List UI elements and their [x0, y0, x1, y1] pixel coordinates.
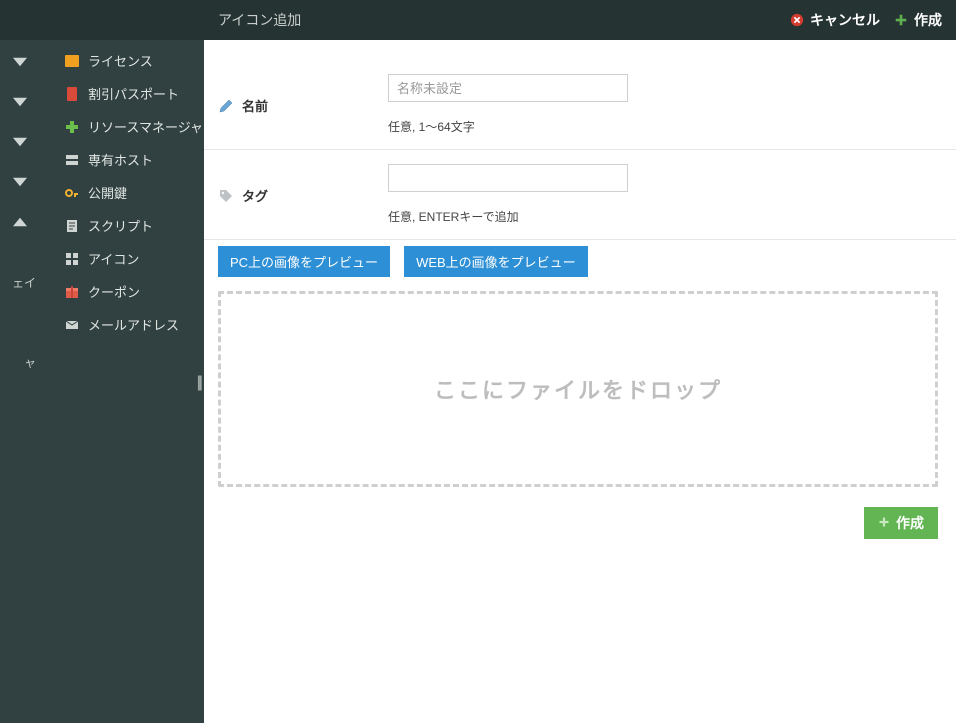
- modal-title: アイコン追加: [218, 10, 301, 30]
- sidebar-item-resource[interactable]: リソースマネージャ: [40, 110, 204, 143]
- file-dropzone[interactable]: ここにファイルをドロップ: [218, 291, 938, 487]
- license-icon: [64, 53, 80, 69]
- sidebar-item-host[interactable]: 専有ホスト: [40, 143, 204, 176]
- tag-label-wrap: タグ: [218, 164, 388, 205]
- grid-icon: [64, 251, 80, 267]
- close-icon: [790, 13, 804, 27]
- sidebar-drag-handle[interactable]: |||: [197, 374, 200, 392]
- resource-icon: [64, 119, 80, 135]
- sidebar: ライセンス 割引パスポート リソースマネージャ 専有ホスト 公開鍵 スクリプト: [40, 0, 204, 723]
- form-row-name: 名前 任意, 1〜64文字: [204, 60, 956, 150]
- rail-collapse-1[interactable]: [0, 42, 40, 82]
- sidebar-item-script[interactable]: スクリプト: [40, 209, 204, 242]
- key-icon: [64, 185, 80, 201]
- mail-icon: [64, 317, 80, 333]
- topbar: アイコン追加 キャンセル 作成: [0, 0, 956, 40]
- rail-expand-5[interactable]: [0, 202, 40, 242]
- preview-pc-button[interactable]: PC上の画像をプレビュー: [218, 246, 390, 277]
- rail-collapse-2[interactable]: [0, 82, 40, 122]
- sidebar-item-mail[interactable]: メールアドレス: [40, 308, 204, 341]
- create-button-top[interactable]: 作成: [894, 10, 942, 30]
- rail-collapse-4[interactable]: [0, 162, 40, 202]
- tag-icon: [218, 188, 234, 204]
- pencil-icon: [218, 98, 234, 114]
- sidebar-item-icon[interactable]: アイコン: [40, 242, 204, 275]
- left-rail: ェイ ャ: [0, 0, 40, 723]
- script-icon: [64, 218, 80, 234]
- sidebar-item-passport[interactable]: 割引パスポート: [40, 77, 204, 110]
- rail-text-2: ャ: [0, 322, 40, 402]
- name-label: 名前: [242, 96, 268, 115]
- preview-web-button[interactable]: WEB上の画像をプレビュー: [404, 246, 588, 277]
- form-row-tag: タグ 任意, ENTERキーで追加: [204, 150, 956, 240]
- tag-label: タグ: [242, 186, 268, 205]
- name-input[interactable]: [388, 74, 628, 102]
- content-pane: 名前 任意, 1〜64文字 タグ 任意, ENTERキーで追加 PC上の画像をプ…: [204, 40, 956, 723]
- tag-input[interactable]: [388, 164, 628, 192]
- sidebar-item-license[interactable]: ライセンス: [40, 44, 204, 77]
- plus-icon: [878, 515, 890, 531]
- dropzone-label: ここにファイルをドロップ: [434, 373, 722, 405]
- create-button-bottom[interactable]: 作成: [864, 507, 938, 539]
- coupon-icon: [64, 284, 80, 300]
- rail-text-1: ェイ: [0, 242, 40, 322]
- sidebar-item-coupon[interactable]: クーポン: [40, 275, 204, 308]
- plus-icon: [894, 13, 908, 27]
- host-icon: [64, 152, 80, 168]
- cancel-button[interactable]: キャンセル: [790, 10, 880, 30]
- rail-collapse-3[interactable]: [0, 122, 40, 162]
- sidebar-item-pubkey[interactable]: 公開鍵: [40, 176, 204, 209]
- name-label-wrap: 名前: [218, 74, 388, 115]
- tag-help: 任意, ENTERキーで追加: [388, 208, 938, 225]
- passport-icon: [64, 86, 80, 102]
- preview-button-row: PC上の画像をプレビュー WEB上の画像をプレビュー: [204, 240, 956, 287]
- name-help: 任意, 1〜64文字: [388, 118, 938, 135]
